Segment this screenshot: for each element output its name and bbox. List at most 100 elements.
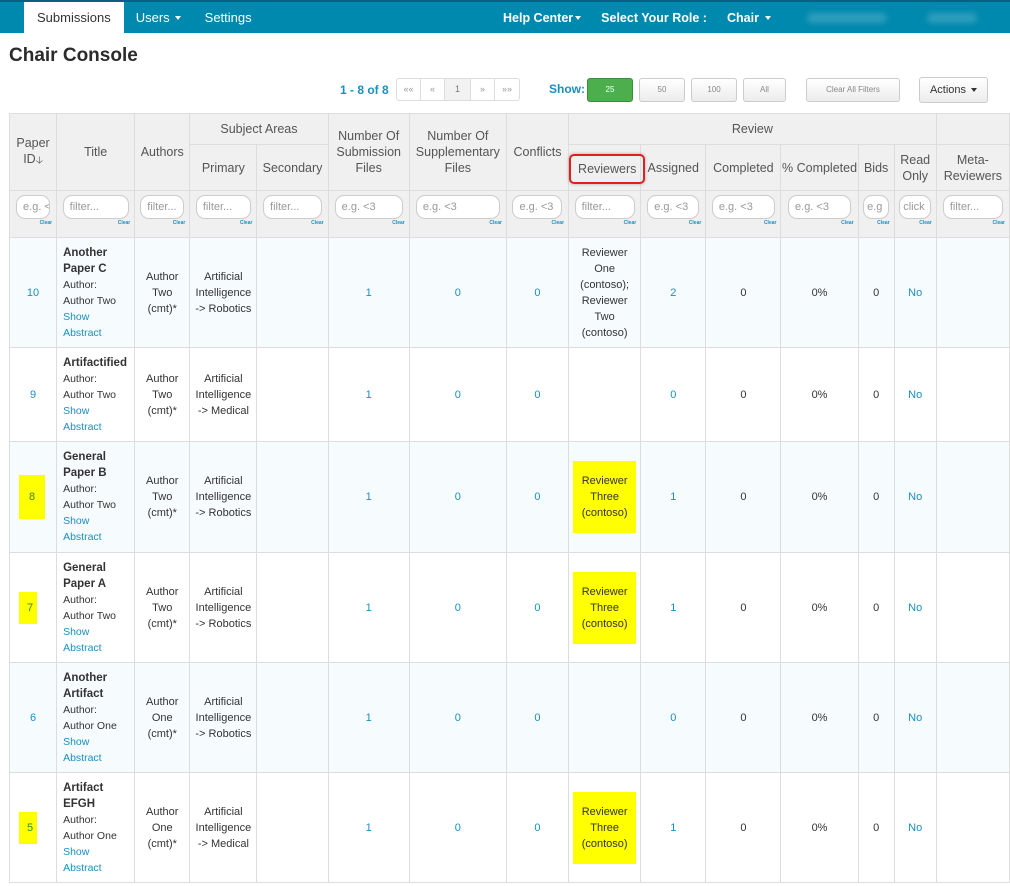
supplementary-files-link[interactable]: 0 — [455, 389, 461, 401]
filter-pct-completed[interactable]: e.g. <3 — [788, 195, 852, 219]
page-size-all-button[interactable]: All — [743, 78, 786, 102]
clear-link[interactable]: Clear — [937, 220, 1009, 228]
col-title[interactable]: Title — [56, 113, 136, 191]
clear-link[interactable]: Clear — [57, 220, 134, 228]
col-assigned[interactable]: Assigned — [640, 144, 707, 191]
submission-files-link[interactable]: 1 — [366, 491, 372, 503]
clear-link[interactable]: Clear — [329, 220, 409, 228]
filter-primary[interactable]: filter... — [195, 195, 251, 219]
paper-id-link[interactable]: 9 — [30, 389, 36, 401]
filter-meta-reviewers[interactable]: filter... — [942, 195, 1003, 219]
filter-read-only[interactable]: click — [899, 195, 932, 219]
clear-link[interactable]: Clear — [859, 220, 894, 228]
page-size-100-button[interactable]: 100 — [691, 78, 737, 102]
col-submission-files[interactable]: Number Of Submission Files — [327, 113, 410, 191]
show-abstract-link[interactable]: Show Abstract — [63, 844, 128, 876]
tab-submissions[interactable]: Submissions — [24, 2, 124, 33]
filter-supplementary-files[interactable]: e.g. <3 — [415, 195, 500, 219]
clear-link[interactable]: Clear — [410, 220, 506, 228]
conflicts-link[interactable]: 0 — [534, 287, 540, 299]
read-only-toggle[interactable]: No — [908, 822, 922, 834]
submission-files-link[interactable]: 1 — [366, 389, 372, 401]
actions-dropdown[interactable]: Actions — [919, 77, 988, 103]
filter-secondary[interactable]: filter... — [263, 195, 323, 219]
page-size-25-button[interactable]: 25 — [587, 78, 633, 102]
next-page-button[interactable]: » — [471, 79, 495, 100]
paper-id-link[interactable]: 8 — [19, 475, 46, 519]
submission-files-link[interactable]: 1 — [366, 712, 372, 724]
supplementary-files-link[interactable]: 0 — [455, 712, 461, 724]
clear-link[interactable]: Clear — [190, 220, 256, 228]
paper-id-link[interactable]: 10 — [27, 287, 39, 299]
role-selector[interactable]: Chair — [727, 11, 771, 25]
clear-all-filters-button[interactable]: Clear All Filters — [806, 78, 900, 102]
col-read-only[interactable]: Read Only — [893, 144, 937, 191]
assigned-link[interactable]: 0 — [670, 389, 676, 401]
show-abstract-link[interactable]: Show Abstract — [63, 403, 128, 435]
col-secondary[interactable]: Secondary — [256, 144, 329, 191]
clear-link[interactable]: Clear — [10, 220, 56, 228]
conflicts-link[interactable]: 0 — [534, 602, 540, 614]
clear-link[interactable]: Clear — [257, 220, 327, 228]
col-reviewers[interactable]: Reviewers — [568, 144, 646, 191]
clear-link[interactable]: Clear — [507, 220, 568, 228]
assigned-link[interactable]: 0 — [670, 712, 676, 724]
clear-link[interactable]: Clear — [781, 220, 857, 228]
filter-bids[interactable]: e.g — [863, 195, 890, 219]
assigned-link[interactable]: 1 — [670, 491, 676, 503]
filter-title[interactable]: filter... — [62, 195, 129, 219]
col-pct-completed[interactable]: % Completed — [780, 144, 859, 191]
supplementary-files-link[interactable]: 0 — [455, 287, 461, 299]
assigned-link[interactable]: 1 — [670, 822, 676, 834]
col-conflicts[interactable]: Conflicts — [505, 113, 570, 191]
filter-completed[interactable]: e.g. <3 — [711, 195, 775, 219]
submission-files-link[interactable]: 1 — [366, 822, 372, 834]
clear-link[interactable]: Clear — [641, 220, 705, 228]
submission-files-link[interactable]: 1 — [366, 602, 372, 614]
col-meta-reviewers[interactable]: Meta-Reviewers — [935, 144, 1010, 191]
col-primary[interactable]: Primary — [189, 144, 258, 191]
paper-id-link[interactable]: 7 — [19, 591, 38, 624]
assigned-link[interactable]: 1 — [670, 602, 676, 614]
col-supplementary-files[interactable]: Number Of Supplementary Files — [408, 113, 507, 191]
paper-id-link[interactable]: 6 — [30, 712, 36, 724]
conflicts-link[interactable]: 0 — [534, 389, 540, 401]
current-page-button[interactable]: 1 — [445, 79, 471, 100]
show-abstract-link[interactable]: Show Abstract — [63, 513, 128, 545]
show-abstract-link[interactable]: Show Abstract — [63, 624, 128, 656]
tab-settings[interactable]: Settings — [193, 2, 264, 33]
last-page-button[interactable]: »» — [495, 79, 519, 100]
submission-files-link[interactable]: 1 — [366, 287, 372, 299]
clear-link[interactable]: Clear — [135, 220, 189, 228]
col-paper-id[interactable]: Paper ID🡣 — [8, 113, 58, 191]
page-size-50-button[interactable]: 50 — [639, 78, 685, 102]
col-bids[interactable]: Bids — [857, 144, 895, 191]
filter-conflicts[interactable]: e.g. <3 — [512, 195, 563, 219]
col-completed[interactable]: Completed — [705, 144, 782, 191]
read-only-toggle[interactable]: No — [908, 287, 922, 299]
read-only-toggle[interactable]: No — [908, 602, 922, 614]
read-only-toggle[interactable]: No — [908, 389, 922, 401]
filter-submission-files[interactable]: e.g. <3 — [334, 195, 403, 219]
clear-link[interactable]: Clear — [569, 220, 640, 228]
col-authors[interactable]: Authors — [134, 113, 191, 191]
filter-paper-id[interactable]: e.g. < — [16, 195, 51, 219]
clear-link[interactable]: Clear — [706, 220, 780, 228]
conflicts-link[interactable]: 0 — [534, 712, 540, 724]
first-page-button[interactable]: «« — [397, 79, 421, 100]
help-center-menu[interactable]: Help Center — [503, 11, 582, 25]
conflicts-link[interactable]: 0 — [534, 822, 540, 834]
show-abstract-link[interactable]: Show Abstract — [63, 734, 128, 766]
supplementary-files-link[interactable]: 0 — [455, 822, 461, 834]
show-abstract-link[interactable]: Show Abstract — [63, 309, 128, 341]
supplementary-files-link[interactable]: 0 — [455, 602, 461, 614]
paper-id-link[interactable]: 5 — [19, 811, 38, 844]
filter-assigned[interactable]: e.g. <3 — [647, 195, 700, 219]
assigned-link[interactable]: 2 — [670, 287, 676, 299]
read-only-toggle[interactable]: No — [908, 712, 922, 724]
conflicts-link[interactable]: 0 — [534, 491, 540, 503]
supplementary-files-link[interactable]: 0 — [455, 491, 461, 503]
filter-reviewers[interactable]: filter... — [574, 195, 635, 219]
filter-authors[interactable]: filter... — [140, 195, 185, 219]
read-only-toggle[interactable]: No — [908, 491, 922, 503]
